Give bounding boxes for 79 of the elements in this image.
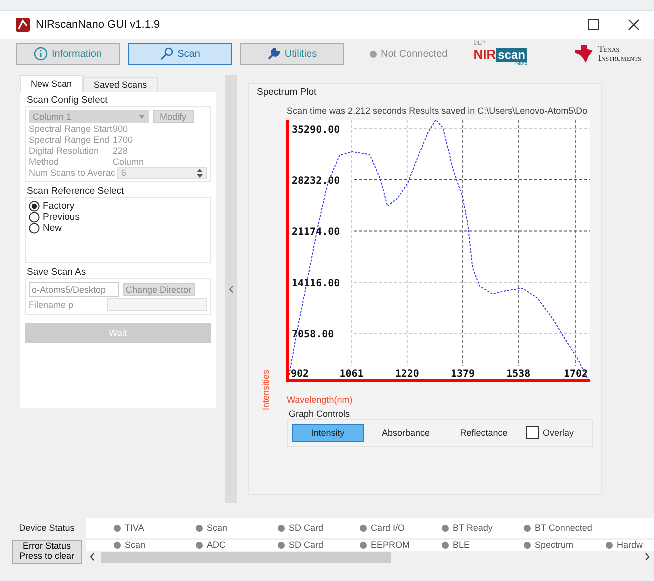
- axis-tick-label: 902: [290, 369, 309, 380]
- status-label: Card I/O: [371, 523, 406, 533]
- field-value: Column: [113, 157, 144, 167]
- axis-tick-label: 1702: [564, 369, 588, 380]
- filename-field[interactable]: [107, 298, 207, 311]
- axis-tick-label: 14116.00: [292, 278, 340, 290]
- splitter-handle[interactable]: [225, 75, 237, 503]
- axis-tick-label: 21174.00: [292, 227, 340, 238]
- axis-tick-label: 1538: [506, 369, 530, 380]
- tab[interactable]: Information: [16, 43, 120, 65]
- status-label: SD Card: [289, 540, 324, 550]
- radio-button[interactable]: [29, 200, 40, 212]
- mode-button[interactable]: Absorbance: [370, 424, 442, 442]
- status-label: Scan: [207, 523, 228, 533]
- close-icon[interactable]: [628, 19, 640, 31]
- axis-tick-label: 28232.00: [292, 176, 340, 187]
- mode-button[interactable]: Reflectance: [448, 424, 520, 442]
- status-label: TIVA: [125, 523, 144, 533]
- scroll-left-icon: [90, 553, 95, 562]
- status-label: Scan: [125, 540, 146, 550]
- ti-logo-text: Texas Instruments: [598, 45, 642, 63]
- directory-field[interactable]: o-Atoms5/Desktop: [29, 282, 119, 297]
- mode-button[interactable]: Intensity: [292, 424, 364, 442]
- status-label: Spectrum: [535, 540, 574, 550]
- scroll-right-icon: [645, 553, 650, 562]
- connection-status: Not Connected: [381, 48, 448, 60]
- app-icon: [16, 18, 30, 32]
- group-title: Spectrum Plot: [256, 86, 318, 98]
- axis-tick-label: 35290.00: [292, 124, 340, 136]
- change-directory-button[interactable]: Change Director: [123, 283, 195, 296]
- axis-title: Intensities: [261, 370, 272, 411]
- tab[interactable]: New Scan: [20, 75, 84, 92]
- radio-label: Factory: [43, 200, 75, 212]
- radio-label: New: [43, 222, 62, 234]
- magnifier-icon: [160, 47, 174, 61]
- field-label: Digital Resolution: [29, 146, 100, 156]
- group-title: Graph Controls: [288, 408, 352, 419]
- field-label: Method: [29, 157, 60, 167]
- scrollbar-thumb[interactable]: [101, 552, 391, 563]
- chevron-left-icon: [228, 286, 234, 292]
- error-status-button[interactable]: Error Status Press to clear: [12, 540, 82, 564]
- radio-button[interactable]: [29, 222, 40, 234]
- field-label: Filename p: [29, 300, 75, 310]
- checkbox[interactable]: [526, 426, 539, 440]
- status-label: BT Ready: [453, 523, 493, 533]
- axis-tick-label: 1379: [450, 369, 475, 380]
- status-label: SD Card: [289, 523, 324, 533]
- group-title: Scan Reference Select: [26, 186, 126, 197]
- axis-tick-label: 7058.00: [292, 330, 334, 341]
- info-icon: [34, 47, 48, 61]
- checkbox-label: Overlay: [543, 428, 574, 438]
- status-label: ADC: [207, 540, 226, 550]
- spin-arrows-icon: [197, 168, 203, 178]
- maximize-icon[interactable]: [588, 19, 600, 31]
- status-label: Hardw: [617, 540, 644, 550]
- wrench-icon: [266, 47, 281, 61]
- radio-label: Previous: [43, 212, 80, 222]
- group-title: Save Scan As: [26, 267, 88, 278]
- tab[interactable]: Saved Scans: [83, 77, 158, 92]
- field-label: Spectral Range Start: [29, 124, 113, 134]
- field-label: Spectral Range End: [29, 135, 111, 145]
- tab[interactable]: Scan: [128, 43, 232, 65]
- tab[interactable]: Utilities: [240, 43, 344, 65]
- status-label: BT Connected: [535, 523, 592, 533]
- radio-button[interactable]: [29, 212, 40, 222]
- field-value: 228: [113, 146, 128, 156]
- group-title: Scan Config Select: [26, 95, 109, 106]
- status-message: Scan time was 2.212 seconds Results saved in C:\Users\Lenovo-Atom5\Do: [286, 106, 589, 116]
- axis-tick-label: 1220: [395, 369, 420, 380]
- ti-map-icon: [573, 44, 596, 64]
- field-value: 900: [113, 124, 128, 134]
- field-value: 1700: [113, 135, 134, 145]
- window-title: NIRscanNano GUI v1.1.9: [36, 19, 160, 31]
- status-label: EEPROM: [371, 540, 410, 550]
- status-label: BLE: [453, 540, 470, 550]
- caret-icon: [139, 114, 145, 118]
- field-label: Num Scans to Averac: [29, 168, 116, 178]
- status-heading: Device Status: [18, 522, 76, 535]
- axis-tick-label: 1061: [340, 369, 364, 380]
